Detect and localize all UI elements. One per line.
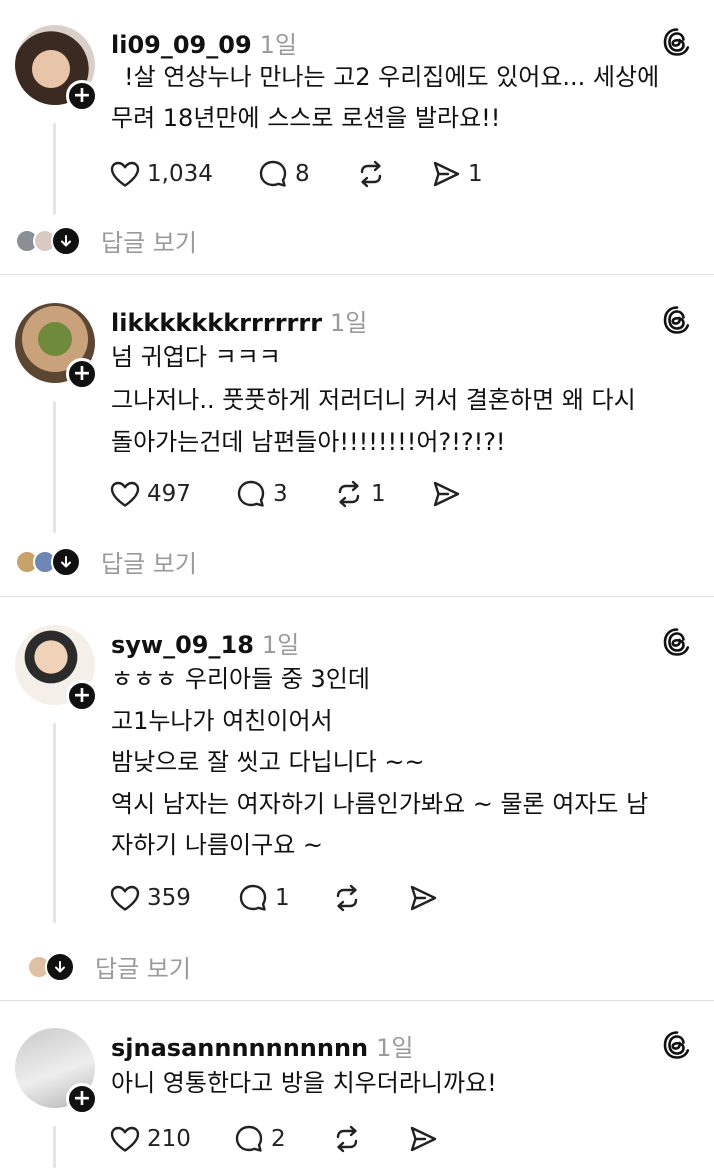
post-time: 1일 xyxy=(330,309,368,337)
like-button[interactable]: 210 xyxy=(109,1123,191,1155)
username[interactable]: sjnasannnnnnnnnn 1일 xyxy=(111,1028,414,1063)
post-text-line: 자하기 나름이구요 ~ xyxy=(111,831,324,859)
post-time: 1일 xyxy=(261,631,300,659)
repost-button[interactable] xyxy=(331,882,363,914)
threads-logo-icon[interactable] xyxy=(662,305,692,335)
thread-line xyxy=(53,401,56,533)
down-arrow-icon xyxy=(51,546,81,577)
thread-line xyxy=(53,123,56,215)
post-time: 1일 xyxy=(376,1034,414,1062)
follow-plus-icon[interactable]: + xyxy=(66,80,98,112)
share-button[interactable] xyxy=(407,1123,439,1155)
username[interactable]: li09_09_09 1일 xyxy=(111,25,297,60)
comment-count: 1 xyxy=(275,885,290,911)
follow-plus-icon[interactable]: + xyxy=(66,358,98,390)
repost-icon xyxy=(331,882,363,914)
share-button[interactable] xyxy=(407,882,439,914)
heart-icon xyxy=(109,1123,141,1155)
post-text-line: 역시 남자는 여자하기 나름인가봐요 ~ 물론 여자도 남 xyxy=(111,790,649,818)
like-count: 359 xyxy=(147,885,191,911)
like-button[interactable]: 497 xyxy=(109,478,191,510)
follow-plus-icon[interactable]: + xyxy=(66,680,98,712)
divider xyxy=(0,596,714,597)
username[interactable]: syw_09_18 1일 xyxy=(111,625,299,660)
like-count: 1,034 xyxy=(147,161,213,187)
comment-count: 3 xyxy=(273,481,288,507)
username[interactable]: likkkkkkkrrrrrrr 1일 xyxy=(111,303,367,338)
post-text-line: 무려 18년만에 스스로 로션을 발라요!! xyxy=(111,104,501,132)
share-count: 1 xyxy=(468,161,483,187)
comment-icon xyxy=(233,1123,265,1155)
repost-button[interactable] xyxy=(331,1123,363,1155)
view-replies-label: 답글 보기 xyxy=(101,229,197,257)
post-text-line: 넘 귀엽다 ㅋㅋㅋ xyxy=(111,343,281,371)
share-icon xyxy=(430,478,462,510)
view-replies-label: 답글 보기 xyxy=(95,955,191,983)
post-text-line: 밤낮으로 잘 씻고 다닙니다 ~~ xyxy=(111,748,425,776)
view-replies[interactable]: 답글 보기 xyxy=(15,223,197,258)
comment-button[interactable]: 3 xyxy=(235,478,288,510)
thread-line xyxy=(53,723,56,923)
thread-line xyxy=(53,1126,56,1168)
repost-count: 1 xyxy=(371,481,386,507)
like-count: 210 xyxy=(147,1126,191,1152)
repost-icon xyxy=(331,1123,363,1155)
repost-button[interactable]: 1 xyxy=(333,478,386,510)
share-icon xyxy=(430,158,462,190)
post-text-line: 돌아가는건데 남편들아!!!!!!!!어?!?!?! xyxy=(111,428,506,456)
comment-button[interactable]: 8 xyxy=(257,158,310,190)
share-icon xyxy=(407,882,439,914)
heart-icon xyxy=(109,478,141,510)
like-count: 497 xyxy=(147,481,191,507)
threads-logo-icon[interactable] xyxy=(662,1030,692,1060)
post-text-line: ㅎㅎㅎ 우리아들 중 3인데 xyxy=(111,665,370,693)
follow-plus-icon[interactable]: + xyxy=(66,1083,98,1115)
heart-icon xyxy=(109,158,141,190)
share-icon xyxy=(407,1123,439,1155)
comment-button[interactable]: 2 xyxy=(233,1123,286,1155)
heart-icon xyxy=(109,882,141,914)
post-time: 1일 xyxy=(259,31,298,59)
threads-logo-icon[interactable] xyxy=(662,27,692,57)
post-text-line: 아니 영통한다고 방을 치우더라니까요! xyxy=(111,1069,497,1097)
comment-icon xyxy=(257,158,289,190)
down-arrow-icon xyxy=(51,225,81,256)
like-button[interactable]: 1,034 xyxy=(109,158,213,190)
repost-button[interactable] xyxy=(355,158,387,190)
divider xyxy=(0,274,714,275)
share-button[interactable] xyxy=(430,478,462,510)
like-button[interactable]: 359 xyxy=(109,882,191,914)
comment-button[interactable]: 1 xyxy=(237,882,290,914)
down-arrow-icon xyxy=(45,951,75,982)
comment-icon xyxy=(235,478,267,510)
repost-icon xyxy=(355,158,387,190)
view-replies[interactable]: 답글 보기 xyxy=(15,544,197,579)
post-text-line: 그나저나.. 풋풋하게 저러더니 커서 결혼하면 왜 다시 xyxy=(111,386,636,414)
post-text-line: 고1누나가 여친이어서 xyxy=(111,707,333,735)
divider xyxy=(0,1000,714,1001)
comment-icon xyxy=(237,882,269,914)
repost-icon xyxy=(333,478,365,510)
view-replies[interactable]: 답글 보기 xyxy=(27,949,191,984)
threads-logo-icon[interactable] xyxy=(662,627,692,657)
share-button[interactable]: 1 xyxy=(430,158,483,190)
view-replies-label: 답글 보기 xyxy=(101,550,197,578)
comment-count: 8 xyxy=(295,161,310,187)
post-text-line: !살 연상누나 만나는 고2 우리집에도 있어요... 세상에 xyxy=(124,63,660,91)
comment-count: 2 xyxy=(271,1126,286,1152)
